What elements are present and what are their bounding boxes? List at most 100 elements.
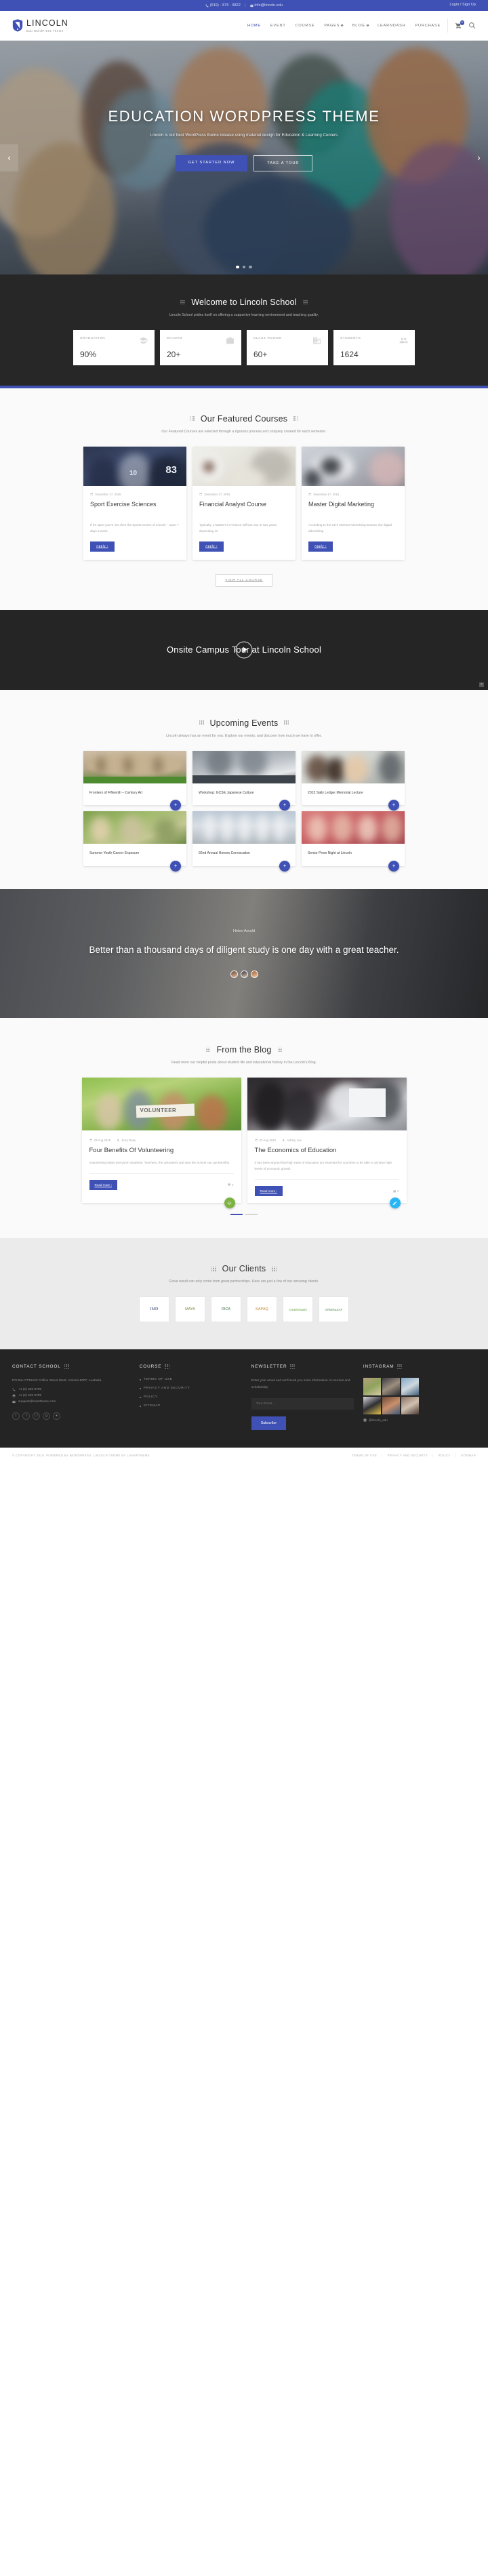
hero-dot-2[interactable]: [242, 265, 246, 268]
view-all-courses-button[interactable]: VIEW ALL COURSE: [216, 573, 272, 587]
event-card[interactable]: + Summer Youth Career Exposure: [83, 811, 186, 872]
twitter-icon[interactable]: t: [12, 1412, 20, 1420]
main-navbar: LINCOLN Edu WordPress Theme HOME EVENT C…: [0, 11, 488, 41]
event-card[interactable]: + Workshop: GCSE Japanese Culture: [192, 750, 296, 811]
get-started-button[interactable]: GET STARTED NOW: [175, 155, 248, 171]
course-card[interactable]: December 17, 2015 Master Digital Marketi…: [302, 446, 405, 560]
nav-item-blog[interactable]: BLOG: [352, 24, 369, 28]
nav-item-home[interactable]: HOME: [247, 24, 261, 28]
blog-card[interactable]: VOLUNTEER 23 Aug 2015 Jerry Rose Four Be…: [81, 1078, 241, 1209]
client-logo[interactable]: RICA: [211, 1296, 241, 1323]
client-logo[interactable]: GREENLEAF: [319, 1296, 349, 1323]
event-card[interactable]: + Frontiers of Fifteenth – Century Art: [83, 750, 186, 811]
instagram-thumb[interactable]: [363, 1397, 381, 1415]
event-add-button[interactable]: +: [170, 861, 181, 872]
newsletter-subscribe-button[interactable]: Subscribe: [251, 1416, 286, 1431]
instagram-icon[interactable]: ☐: [33, 1412, 40, 1420]
google-plus-icon[interactable]: g: [43, 1412, 50, 1420]
course-card[interactable]: 83 10 December 17, 2015 Sport Exercise S…: [83, 446, 186, 560]
bottom-link-privacy[interactable]: PRIVACY AND SECURITY: [388, 1454, 428, 1457]
instagram-thumb[interactable]: [401, 1378, 419, 1396]
site-logo[interactable]: LINCOLN Edu WordPress Theme: [12, 18, 68, 33]
nav-item-purchase[interactable]: PURCHASE: [415, 24, 441, 28]
take-a-tour-button[interactable]: TAKE A TOUR: [253, 155, 313, 171]
hero-next-arrow[interactable]: ›: [470, 144, 488, 171]
read-more-button[interactable]: Read more ›: [254, 1186, 283, 1197]
event-card[interactable]: + Senior Prom Night at Lincoln: [302, 811, 405, 872]
event-image: [192, 750, 296, 783]
instagram-thumb[interactable]: [382, 1378, 400, 1396]
avatar[interactable]: [250, 970, 258, 979]
blog-page-dot-2[interactable]: [245, 1214, 258, 1216]
login-signup-link[interactable]: Login / Sign Up: [450, 3, 476, 7]
client-logo[interactable]: CreativeSpark: [283, 1296, 313, 1323]
cart-button[interactable]: 0: [455, 20, 464, 29]
blog-date: 22 Aug 2015: [259, 1139, 277, 1143]
event-card[interactable]: + 92nd Annual Honors Convocation: [192, 811, 296, 872]
blog-excerpt: Volunteering helps everyone! Students, T…: [89, 1161, 230, 1165]
hero-dot-1[interactable]: [236, 265, 239, 268]
search-icon[interactable]: [468, 22, 476, 29]
close-icon[interactable]: ×: [479, 682, 484, 687]
featured-courses-section: Our Featured Courses Our Featured Course…: [0, 388, 488, 610]
event-add-button[interactable]: +: [279, 861, 290, 872]
stat-label: STUDENTS: [340, 335, 361, 340]
client-logo[interactable]: MAYA: [175, 1296, 205, 1323]
client-logo[interactable]: KAPAQ: [247, 1296, 277, 1323]
top-bar-email[interactable]: info@lincoln.edu: [249, 3, 283, 7]
dots-ornament-icon: [205, 1047, 211, 1052]
course-excerpt: Typically, a Masters in Finance will las…: [199, 523, 278, 533]
instagram-thumb[interactable]: [382, 1397, 400, 1415]
bottom-link-policy[interactable]: POLICY: [439, 1454, 451, 1457]
client-logo[interactable]: IMD: [139, 1296, 169, 1323]
facebook-icon[interactable]: f: [22, 1412, 30, 1420]
read-more-button[interactable]: Read more ›: [89, 1180, 118, 1191]
course-apply-button[interactable]: Apply ›: [199, 541, 224, 552]
calendar-icon: [89, 1139, 92, 1142]
blog-category-badge[interactable]: [224, 1198, 235, 1209]
event-add-button[interactable]: +: [170, 800, 181, 811]
event-add-button[interactable]: +: [388, 861, 399, 872]
instagram-handle[interactable]: @lincoln_edu: [363, 1418, 476, 1422]
course-apply-button[interactable]: Apply ›: [308, 541, 333, 552]
footer-phone[interactable]: +1 (2) 345 6789: [12, 1388, 130, 1391]
dribbble-icon[interactable]: ●: [53, 1412, 60, 1420]
nav-item-course[interactable]: COURSE: [296, 24, 315, 28]
footer-email[interactable]: support@lunartheme.com: [12, 1400, 130, 1404]
hero-dot-3[interactable]: [249, 265, 252, 268]
avatar[interactable]: [240, 970, 248, 979]
play-video-button[interactable]: [235, 641, 253, 659]
instagram-thumb[interactable]: [363, 1378, 381, 1396]
footer-link-sitemap[interactable]: SITEMAP: [140, 1404, 242, 1408]
blog-page-dot-1[interactable]: [230, 1214, 243, 1216]
instagram-handle-text: @lincoln_edu: [368, 1418, 388, 1423]
blog-category-badge[interactable]: [389, 1198, 401, 1209]
nav-item-pages[interactable]: PAGES: [324, 24, 344, 28]
top-bar-phone[interactable]: (519) - 875 - 9822: [205, 3, 241, 7]
footer-newsletter-title: NEWSLETTER: [251, 1364, 354, 1369]
clients-title: Our Clients: [222, 1264, 266, 1274]
course-card[interactable]: December 17, 2015 Financial Analyst Cour…: [192, 446, 296, 560]
hero-prev-arrow[interactable]: ‹: [0, 144, 18, 171]
event-add-button[interactable]: +: [388, 800, 399, 811]
blog-author-wrap: Ashley Lee: [282, 1139, 302, 1142]
instagram-thumb[interactable]: [401, 1397, 419, 1415]
course-apply-button[interactable]: Apply ›: [90, 541, 115, 552]
newsletter-email-input[interactable]: [251, 1398, 354, 1410]
bottom-link-terms[interactable]: TERMS OF USE: [352, 1454, 377, 1457]
event-card[interactable]: + 2015 Sally Ledger Memorial Lecture: [302, 750, 405, 811]
footer-link-policy[interactable]: POLICY: [140, 1395, 242, 1399]
nav-item-event[interactable]: EVENT: [270, 24, 286, 28]
event-image: [83, 811, 186, 844]
footer-fax-text: +1 (2) 345 6789: [18, 1393, 42, 1397]
dots-ornament-icon: [211, 1266, 216, 1271]
nav-item-course-label: COURSE: [295, 23, 315, 28]
event-add-button[interactable]: +: [279, 800, 290, 811]
bottom-link-sitemap[interactable]: SITEMAP: [461, 1454, 476, 1457]
footer-link-privacy[interactable]: PRIVACY AND SECURITY: [140, 1387, 242, 1390]
nav-item-learndash[interactable]: LEARNDASH: [378, 24, 405, 28]
footer-link-terms[interactable]: TERMS OF USE: [140, 1378, 242, 1381]
blog-card[interactable]: 22 Aug 2015 Ashley Lee The Economics of …: [247, 1078, 407, 1209]
avatar[interactable]: [230, 970, 238, 979]
blog-author-wrap: Jerry Rose: [117, 1139, 136, 1142]
